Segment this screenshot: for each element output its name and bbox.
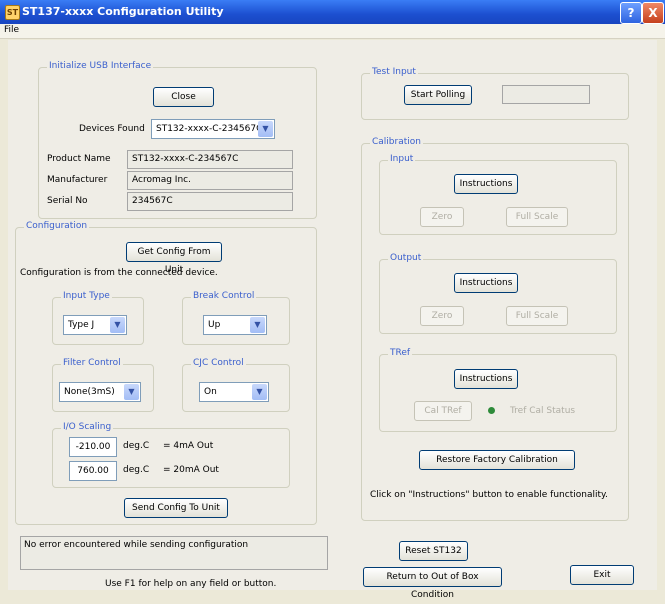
filter-control-value: None(3mS) xyxy=(64,387,115,397)
close-window-button[interactable]: X xyxy=(642,2,664,24)
manufacturer-label: Manufacturer xyxy=(47,175,108,185)
cal-output-full-scale-button[interactable]: Full Scale xyxy=(506,306,568,326)
help-button[interactable]: ? xyxy=(620,2,642,24)
start-polling-button[interactable]: Start Polling xyxy=(404,85,472,105)
input-type-select[interactable]: Type J ▼ xyxy=(63,315,127,335)
cal-output-label: Output xyxy=(388,253,424,263)
config-status-text: Configuration is from the connected devi… xyxy=(20,268,218,278)
cal-output-zero-button[interactable]: Zero xyxy=(420,306,464,326)
io-scaling-label: I/O Scaling xyxy=(61,422,114,432)
devices-found-value: ST132-xxxx-C-234567C xyxy=(156,124,263,134)
io-low-input[interactable]: -210.00 xyxy=(69,437,117,457)
chevron-down-icon[interactable]: ▼ xyxy=(250,317,265,333)
cal-tref-group: TRef Instructions Cal TRef Tref Cal Stat… xyxy=(379,348,617,432)
serial-label: Serial No xyxy=(47,196,88,206)
product-name-field: ST132-xxxx-C-234567C xyxy=(127,150,293,169)
cal-input-zero-button[interactable]: Zero xyxy=(420,207,464,227)
reset-button[interactable]: Reset ST132 xyxy=(399,541,468,561)
filter-control-group: Filter Control None(3mS) ▼ xyxy=(52,358,154,412)
io-high-unit: deg.C xyxy=(123,465,150,475)
serial-field: 234567C xyxy=(127,192,293,211)
serial-value: 234567C xyxy=(132,196,173,206)
filter-control-label: Filter Control xyxy=(61,358,123,368)
cal-tref-button[interactable]: Cal TRef xyxy=(414,401,472,421)
manufacturer-field: Acromag Inc. xyxy=(127,171,293,190)
app-icon: ST xyxy=(5,5,20,20)
restore-factory-calibration-button[interactable]: Restore Factory Calibration xyxy=(419,450,575,470)
usb-group-label: Initialize USB Interface xyxy=(47,61,154,71)
cjc-control-select[interactable]: On ▼ xyxy=(199,382,269,402)
calibration-hint: Click on "Instructions" button to enable… xyxy=(370,490,608,500)
calibration-group-label: Calibration xyxy=(370,137,423,147)
window-title: ST137-xxxx Configuration Utility xyxy=(22,5,224,18)
cjc-control-value: On xyxy=(204,387,217,397)
test-input-group: Test Input Start Polling xyxy=(361,67,629,120)
io-high-out: = 20mA Out xyxy=(163,465,219,475)
title-bar: ST ST137-xxxx Configuration Utility ? X xyxy=(0,0,665,24)
break-control-group: Break Control Up ▼ xyxy=(182,291,290,345)
io-low-out: = 4mA Out xyxy=(163,441,214,451)
close-device-button[interactable]: Close xyxy=(153,87,214,107)
break-control-select[interactable]: Up ▼ xyxy=(203,315,267,335)
break-control-label: Break Control xyxy=(191,291,257,301)
cal-input-group: Input Instructions Zero Full Scale xyxy=(379,154,617,235)
main-panel: Initialize USB Interface Close Devices F… xyxy=(8,40,657,600)
input-type-label: Input Type xyxy=(61,291,112,301)
devices-found-label: Devices Found xyxy=(79,124,145,134)
cal-tref-label: TRef xyxy=(388,348,413,358)
cal-output-instructions-button[interactable]: Instructions xyxy=(454,273,518,293)
input-type-value: Type J xyxy=(68,320,95,330)
filter-control-select[interactable]: None(3mS) ▼ xyxy=(59,382,141,402)
test-input-group-label: Test Input xyxy=(370,67,418,77)
input-type-group: Input Type Type J ▼ xyxy=(52,291,144,345)
menu-file[interactable]: File xyxy=(4,25,19,35)
io-low-unit: deg.C xyxy=(123,441,150,451)
cal-output-group: Output Instructions Zero Full Scale xyxy=(379,253,617,334)
product-name-label: Product Name xyxy=(47,154,111,164)
exit-button[interactable]: Exit xyxy=(570,565,634,585)
product-name-value: ST132-xxxx-C-234567C xyxy=(132,154,239,164)
menu-bar: File xyxy=(0,24,665,39)
tref-status-dot-icon xyxy=(488,407,495,414)
io-scaling-group: I/O Scaling -210.00 deg.C = 4mA Out 760.… xyxy=(52,422,290,488)
help-hint: Use F1 for help on any field or button. xyxy=(105,579,277,589)
cal-input-full-scale-button[interactable]: Full Scale xyxy=(506,207,568,227)
chevron-down-icon[interactable]: ▼ xyxy=(258,121,273,137)
cal-input-label: Input xyxy=(388,154,416,164)
cjc-control-label: CJC Control xyxy=(191,358,246,368)
devices-found-select[interactable]: ST132-xxxx-C-234567C ▼ xyxy=(151,119,275,139)
configuration-group-label: Configuration xyxy=(24,221,90,231)
send-config-button[interactable]: Send Config To Unit xyxy=(124,498,228,518)
calibration-group: Calibration Input Instructions Zero Full… xyxy=(361,137,629,521)
chevron-down-icon[interactable]: ▼ xyxy=(124,384,139,400)
test-input-readout xyxy=(502,85,590,104)
cal-input-instructions-button[interactable]: Instructions xyxy=(454,174,518,194)
get-config-button[interactable]: Get Config From Unit xyxy=(126,242,222,275)
manufacturer-value: Acromag Inc. xyxy=(132,175,191,185)
configuration-group: Configuration Get Config From Unit Confi… xyxy=(15,221,317,525)
usb-group: Initialize USB Interface Close Devices F… xyxy=(38,61,317,219)
return-out-of-box-button[interactable]: Return to Out of Box Condition xyxy=(363,567,502,600)
status-message-box: No error encountered while sending confi… xyxy=(20,536,328,570)
tref-cal-status-label: Tref Cal Status xyxy=(510,406,576,416)
break-control-value: Up xyxy=(208,320,221,330)
cal-tref-instructions-button[interactable]: Instructions xyxy=(454,369,518,389)
cjc-control-group: CJC Control On ▼ xyxy=(182,358,290,412)
io-high-input[interactable]: 760.00 xyxy=(69,461,117,481)
status-message: No error encountered while sending confi… xyxy=(24,540,249,550)
chevron-down-icon[interactable]: ▼ xyxy=(110,317,125,333)
chevron-down-icon[interactable]: ▼ xyxy=(252,384,267,400)
